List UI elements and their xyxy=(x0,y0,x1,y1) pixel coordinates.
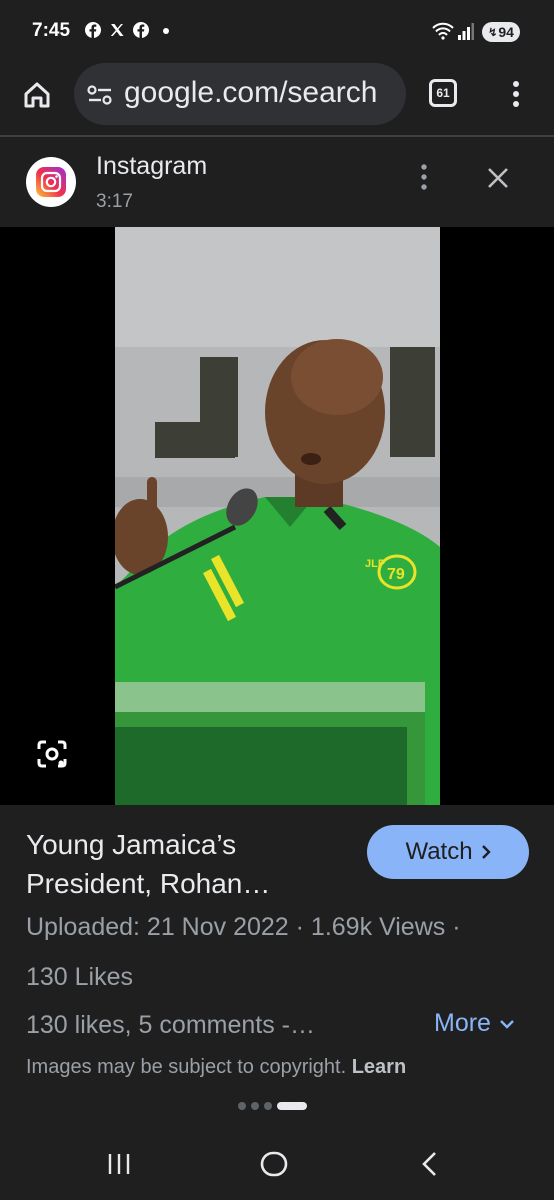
tab-count: 61 xyxy=(436,86,450,100)
carousel-dot xyxy=(238,1102,246,1110)
back-icon[interactable] xyxy=(420,1151,438,1177)
home-button-icon[interactable] xyxy=(260,1151,288,1177)
jlp-badge-number: 79 xyxy=(387,566,405,583)
source-name[interactable]: Instagram xyxy=(96,152,207,181)
carousel-indicator xyxy=(238,1102,307,1110)
url-text[interactable]: google.com/search xyxy=(124,76,377,110)
recent-apps-icon[interactable] xyxy=(107,1152,131,1176)
watch-label: Watch xyxy=(405,838,473,865)
photo-illustration: JLP 79 xyxy=(115,227,440,805)
more-button[interactable]: More xyxy=(434,1009,515,1038)
battery-icon: ↯ xyxy=(488,26,498,39)
carousel-dot xyxy=(264,1102,272,1110)
x-icon xyxy=(110,24,124,36)
facebook-icon xyxy=(85,22,101,38)
result-likes: 130 Likes xyxy=(26,963,134,991)
copyright-text: Images may be subject to copyright. xyxy=(26,1056,347,1078)
options-icon[interactable] xyxy=(419,163,429,191)
close-icon[interactable] xyxy=(486,166,510,190)
result-title[interactable]: Young Jamaica’s President, Rohan… xyxy=(26,825,346,903)
tab-switcher-button[interactable]: 61 xyxy=(429,79,457,107)
chevron-right-icon xyxy=(481,845,491,859)
dot-icon xyxy=(163,28,169,34)
watch-button[interactable]: Watch xyxy=(367,825,529,879)
result-caption: 130 likes, 5 comments -… xyxy=(26,1011,315,1039)
copyright-notice: Images may be subject to copyright. Lear… xyxy=(26,1056,406,1079)
signal-icon xyxy=(458,23,474,40)
site-settings-icon[interactable] xyxy=(87,84,113,106)
more-label: More xyxy=(434,1009,491,1037)
instagram-icon xyxy=(36,167,66,197)
lens-icon[interactable] xyxy=(37,740,67,768)
more-vert-icon[interactable] xyxy=(510,80,522,108)
result-meta: Uploaded: 21 Nov 2022 · 1.69k Views · xyxy=(26,913,461,941)
result-image[interactable]: JLP 79 xyxy=(115,227,440,805)
battery-level: 94 xyxy=(498,24,514,40)
video-duration: 3:17 xyxy=(96,191,133,212)
divider xyxy=(0,135,554,137)
wifi-icon xyxy=(432,22,454,40)
jlp-logo-text: JLP xyxy=(365,558,385,570)
status-time: 7:45 xyxy=(32,20,71,41)
home-icon[interactable] xyxy=(22,80,52,110)
instagram-logo xyxy=(26,157,76,207)
carousel-dot xyxy=(251,1102,259,1110)
chevron-down-icon xyxy=(500,1019,514,1029)
facebook-icon xyxy=(133,22,149,38)
battery-indicator: ↯ 94 xyxy=(482,22,520,42)
learn-more-link[interactable]: Learn xyxy=(352,1056,406,1078)
carousel-dot-active xyxy=(277,1102,307,1110)
